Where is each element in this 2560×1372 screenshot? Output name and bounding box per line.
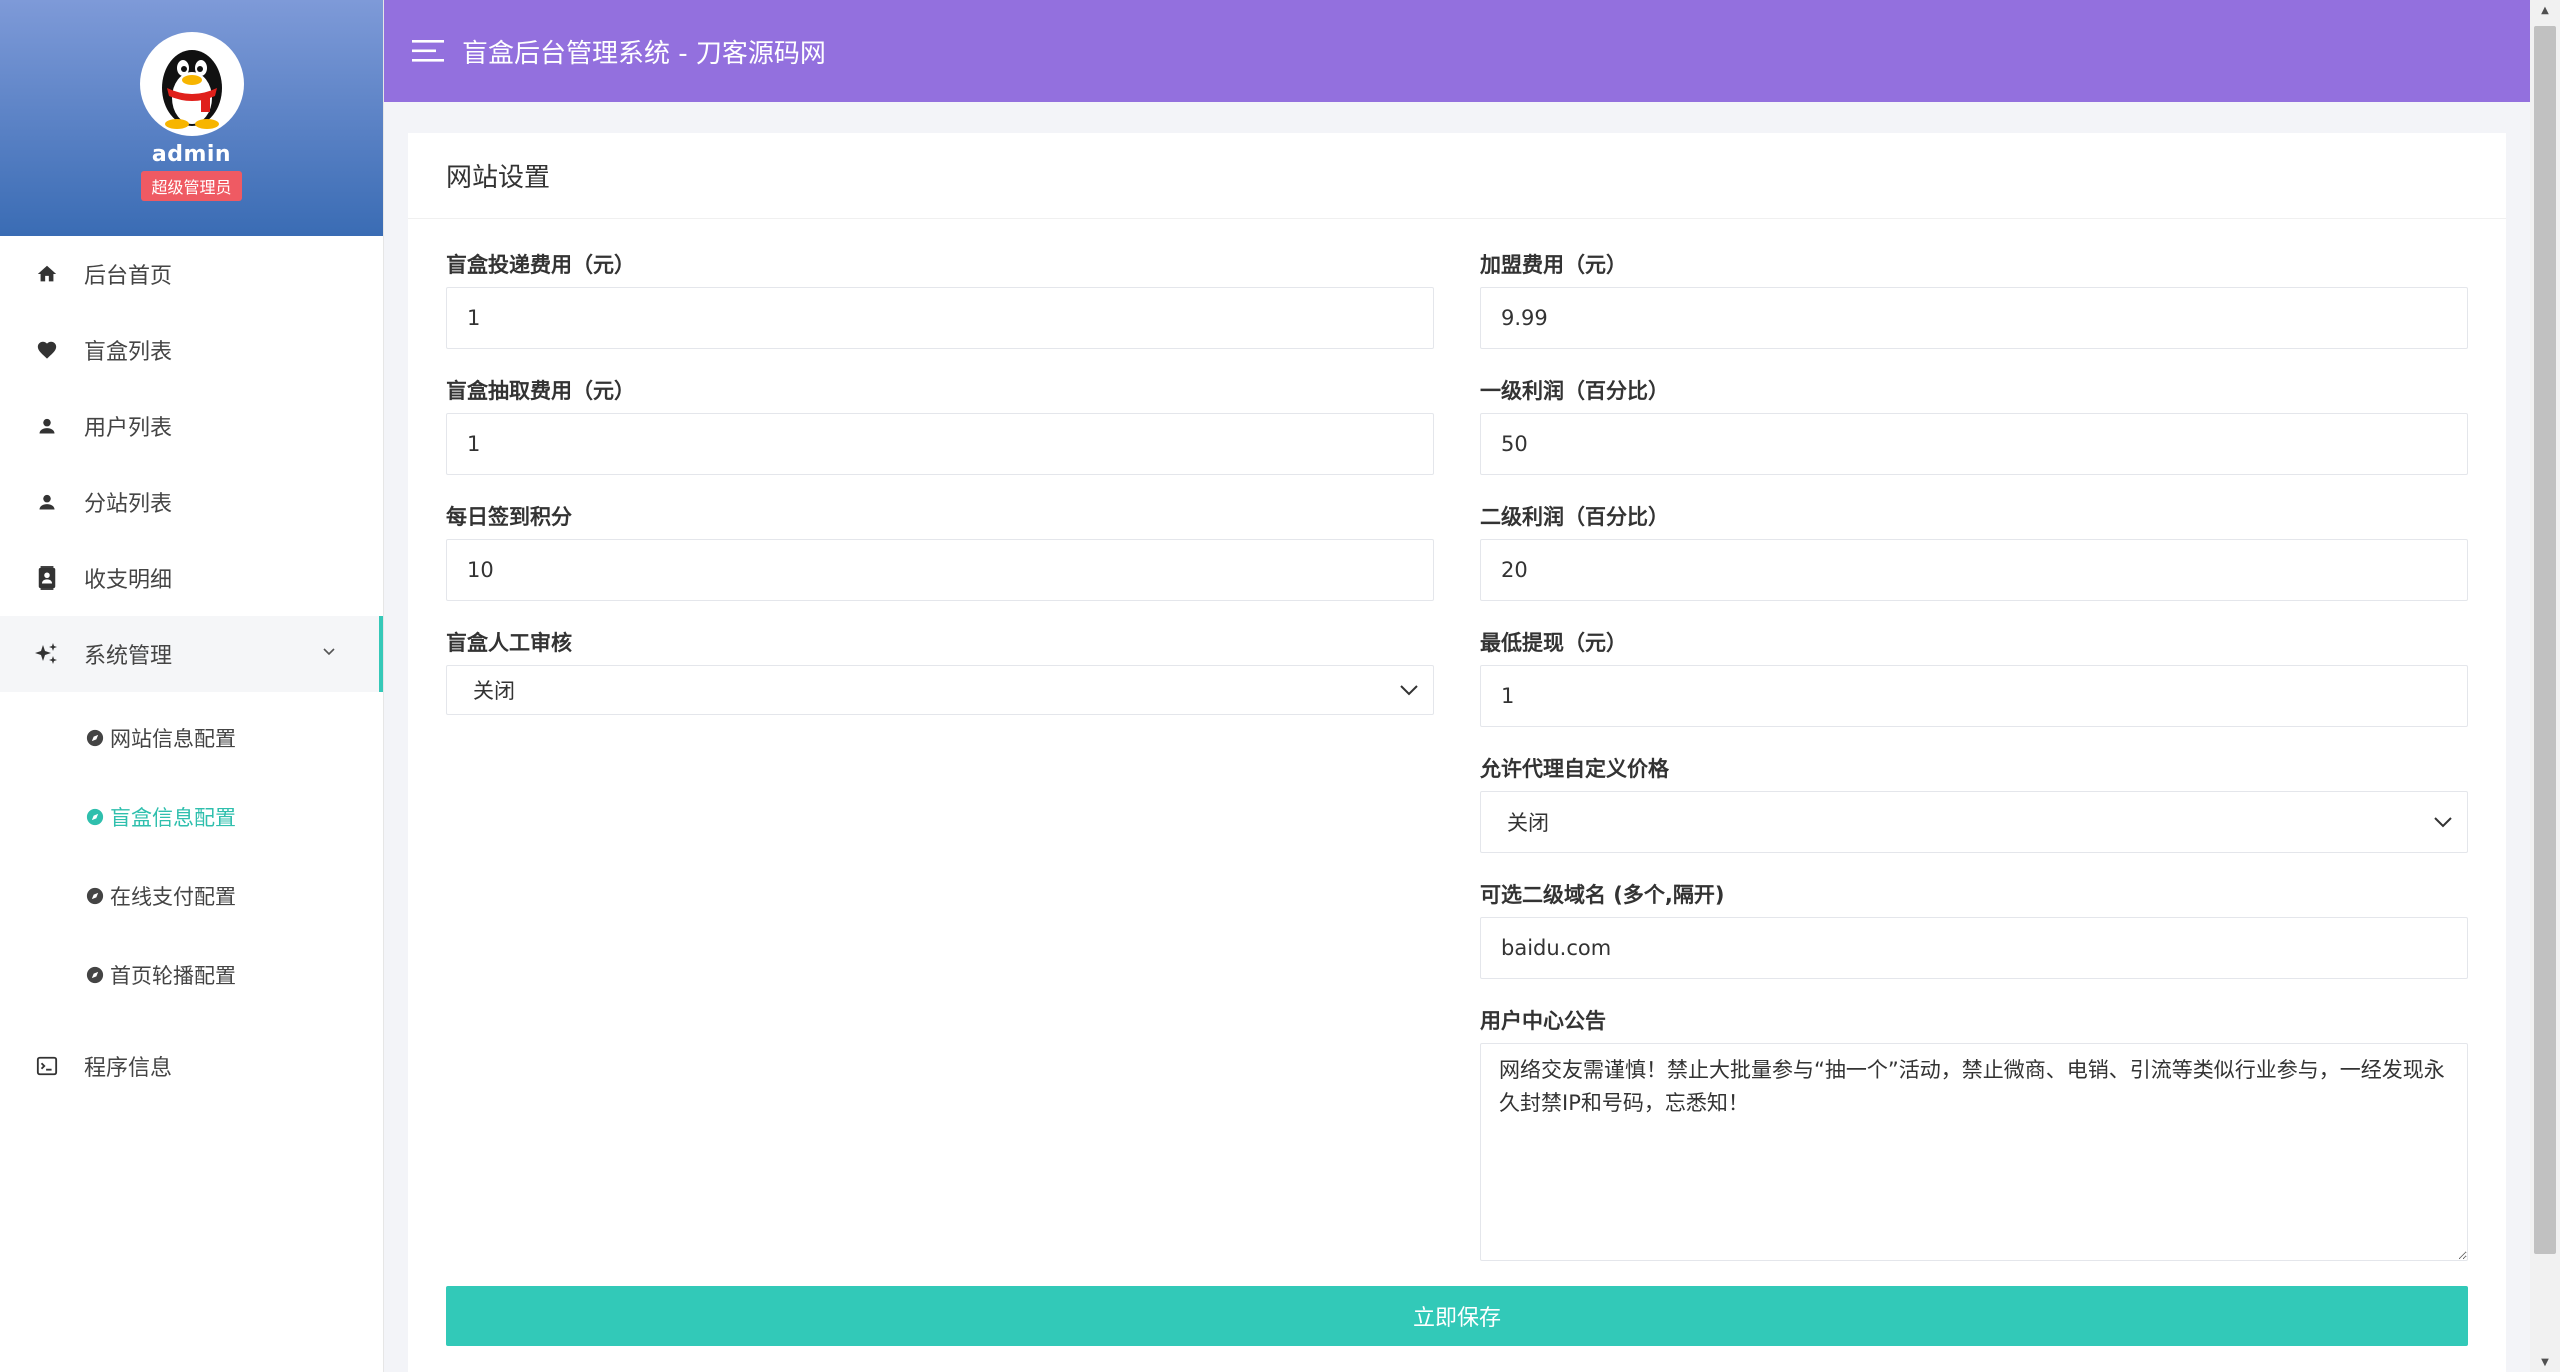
select-value: 关闭 — [473, 679, 515, 703]
submenu-item-label: 首页轮播配置 — [110, 963, 236, 988]
submenu-item-site-config[interactable]: 网站信息配置 — [0, 698, 383, 777]
notice-textarea[interactable]: 网络交友需谨慎！禁止大批量参与“抽一个”活动，禁止微商、电销、引流等类似行业参与… — [1480, 1043, 2468, 1261]
field-label: 一级利润（百分比） — [1480, 379, 1669, 403]
compass-icon — [86, 808, 104, 826]
contacts-icon — [34, 565, 60, 591]
subdomains-field: 可选二级域名 (多个,隔开) — [1480, 873, 2468, 999]
field-label: 二级利润（百分比） — [1480, 505, 1669, 529]
daily-checkin-input[interactable] — [446, 539, 1434, 601]
delivery-fee-input[interactable] — [446, 287, 1434, 349]
sidebar-item-home[interactable]: 后台首页 — [0, 236, 383, 312]
field-label: 盲盒人工审核 — [446, 631, 572, 655]
submenu-item-carousel-config[interactable]: 首页轮播配置 — [0, 935, 383, 1014]
field-label: 用户中心公告 — [1480, 1009, 1606, 1033]
sidebar-item-label: 用户列表 — [84, 416, 173, 441]
submenu-item-label: 网站信息配置 — [110, 726, 236, 751]
avatar[interactable] — [139, 32, 244, 136]
sidebar-item-label: 程序信息 — [84, 1056, 173, 1081]
settings-card: 网站设置 盲盒投递费用（元） 盲盒抽取费用（元） 每日签到积分 盲盒人工审核 关… — [408, 133, 2506, 1372]
sidebar-item-user-list[interactable]: 用户列表 — [0, 388, 383, 464]
sidebar-item-program-info[interactable]: 程序信息 — [0, 1028, 383, 1104]
qq-penguin-icon — [161, 50, 222, 129]
manual-review-select[interactable]: 关闭 — [446, 665, 1434, 715]
username: admin — [151, 142, 232, 167]
submenu-item-label: 盲盒信息配置 — [110, 805, 236, 830]
compass-icon — [86, 966, 104, 984]
level2-profit-input[interactable] — [1480, 539, 2468, 601]
level1-profit-input[interactable] — [1480, 413, 2468, 475]
draw-fee-input[interactable] — [446, 413, 1434, 475]
field-label: 允许代理自定义价格 — [1480, 757, 1669, 781]
field-label: 盲盒投递费用（元） — [446, 253, 635, 277]
sidebar-menu-bottom: 程序信息 — [0, 1028, 383, 1104]
subdomains-input[interactable] — [1480, 917, 2468, 979]
top-header: 盲盒后台管理系统 - 刀客源码网 — [384, 0, 2530, 102]
terminal-icon — [34, 1053, 60, 1079]
manual-review-field: 盲盒人工审核 关闭 — [446, 621, 1434, 715]
profile-panel: admin 超级管理员 — [0, 0, 383, 236]
field-label: 加盟费用（元） — [1480, 253, 1627, 277]
sidebar-menu: 后台首页 盲盒列表 用户列表 分站列表 收支明细 系统管理 — [0, 236, 383, 692]
draw-fee-field: 盲盒抽取费用（元） — [446, 369, 1434, 495]
join-fee-input[interactable] — [1480, 287, 2468, 349]
scroll-down-arrow-icon[interactable]: ▼ — [2530, 1352, 2560, 1372]
sparkle-icon — [34, 641, 60, 667]
field-label: 可选二级域名 (多个,隔开) — [1480, 883, 1725, 907]
field-label: 最低提现（元） — [1480, 631, 1627, 655]
form-left-column: 盲盒投递费用（元） 盲盒抽取费用（元） 每日签到积分 盲盒人工审核 关闭 — [446, 243, 1434, 735]
page-scrollbar[interactable]: ▲ ▼ — [2530, 0, 2560, 1372]
card-title: 网站设置 — [408, 133, 2506, 219]
min-withdraw-field: 最低提现（元） — [1480, 621, 2468, 747]
submenu-item-payment-config[interactable]: 在线支付配置 — [0, 856, 383, 935]
sidebar-item-label: 系统管理 — [84, 644, 173, 669]
form-right-column: 加盟费用（元） 一级利润（百分比） 二级利润（百分比） 最低提现（元） 允许代理… — [1480, 243, 2468, 1265]
sidebar-item-blindbox-list[interactable]: 盲盒列表 — [0, 312, 383, 388]
compass-icon — [86, 729, 104, 747]
user-icon — [34, 489, 60, 515]
sidebar-item-finance[interactable]: 收支明细 — [0, 540, 383, 616]
hamburger-menu-icon[interactable] — [412, 38, 444, 64]
field-label: 盲盒抽取费用（元） — [446, 379, 635, 403]
sidebar: admin 超级管理员 后台首页 盲盒列表 用户列表 分站列表 收支明细 系统管… — [0, 0, 384, 1372]
chevron-down-icon — [1400, 685, 1418, 696]
app-title: 盲盒后台管理系统 - 刀客源码网 — [462, 38, 826, 69]
scroll-up-arrow-icon[interactable]: ▲ — [2530, 0, 2560, 20]
level1-profit-field: 一级利润（百分比） — [1480, 369, 2468, 495]
custom-price-field: 允许代理自定义价格 关闭 — [1480, 747, 2468, 853]
sidebar-item-label: 盲盒列表 — [84, 340, 173, 365]
sidebar-item-label: 收支明细 — [84, 568, 173, 593]
join-fee-field: 加盟费用（元） — [1480, 243, 2468, 369]
submenu-item-blindbox-config[interactable]: 盲盒信息配置 — [0, 777, 383, 856]
chevron-down-icon — [2434, 817, 2452, 828]
user-icon — [34, 413, 60, 439]
chevron-down-icon — [323, 644, 335, 660]
compass-icon — [86, 887, 104, 905]
save-button[interactable]: 立即保存 — [446, 1286, 2468, 1346]
submenu-item-label: 在线支付配置 — [110, 884, 236, 909]
role-badge: 超级管理员 — [141, 171, 242, 201]
delivery-fee-field: 盲盒投递费用（元） — [446, 243, 1434, 369]
level2-profit-field: 二级利润（百分比） — [1480, 495, 2468, 621]
heart-icon — [34, 337, 60, 363]
custom-price-select[interactable]: 关闭 — [1480, 791, 2468, 853]
notice-field: 用户中心公告 网络交友需谨慎！禁止大批量参与“抽一个”活动，禁止微商、电销、引流… — [1480, 999, 2468, 1265]
sidebar-item-label: 分站列表 — [84, 492, 173, 517]
daily-checkin-field: 每日签到积分 — [446, 495, 1434, 621]
home-icon — [34, 261, 60, 287]
sidebar-item-system[interactable]: 系统管理 — [0, 616, 383, 692]
min-withdraw-input[interactable] — [1480, 665, 2468, 727]
field-label: 每日签到积分 — [446, 505, 572, 529]
select-value: 关闭 — [1507, 811, 1549, 835]
sidebar-item-label: 后台首页 — [84, 264, 173, 289]
scrollbar-thumb[interactable] — [2534, 26, 2556, 1254]
system-submenu: 网站信息配置 盲盒信息配置 在线支付配置 首页轮播配置 — [0, 692, 383, 1028]
sidebar-item-substation-list[interactable]: 分站列表 — [0, 464, 383, 540]
